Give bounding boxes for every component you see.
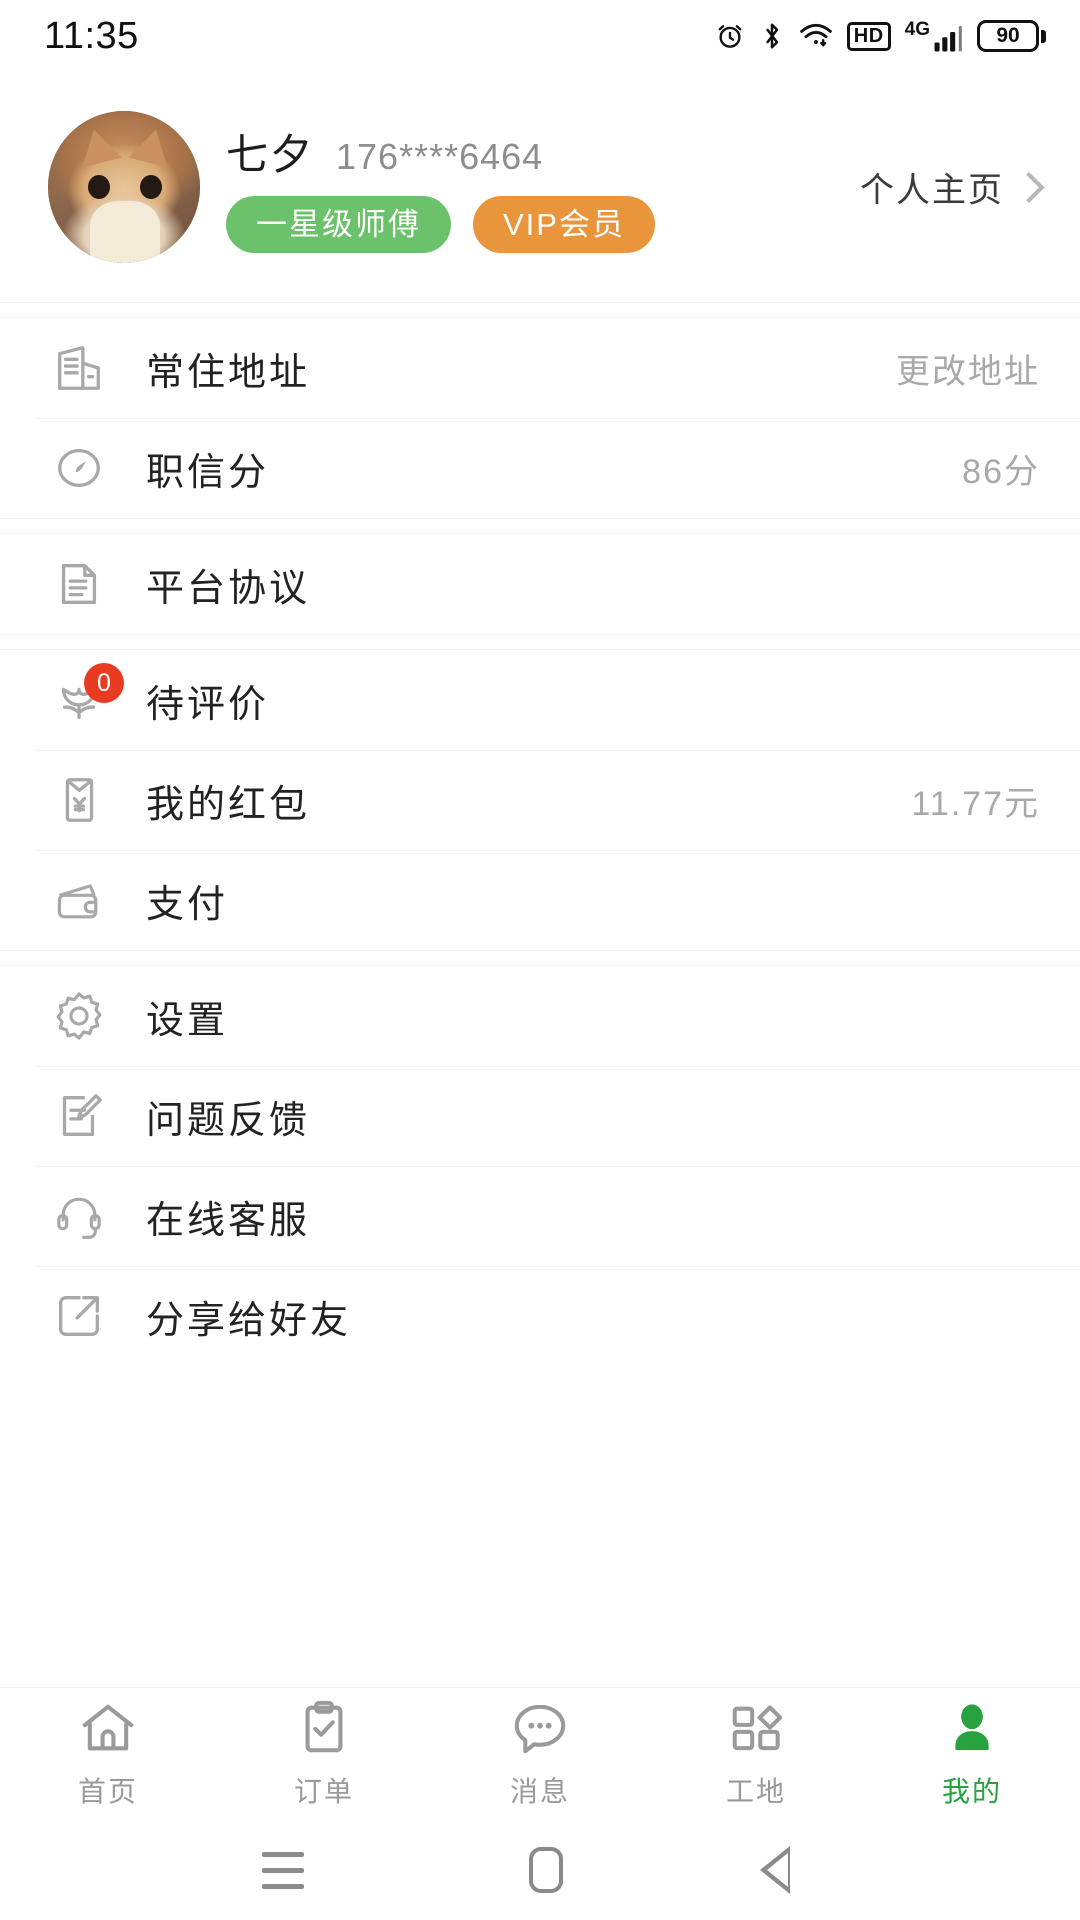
avatar[interactable] xyxy=(48,111,200,263)
tab-profile[interactable]: 我的 xyxy=(864,1699,1080,1810)
status-bar: 11:35 HD 4G 90 xyxy=(0,0,1080,72)
menu-item-label: 问题反馈 xyxy=(146,1099,311,1142)
tab-home[interactable]: 首页 xyxy=(0,1699,216,1810)
menu-group-2: 平台协议 xyxy=(0,534,1080,634)
menu-item-label: 职信分 xyxy=(146,451,270,494)
menu-item-label: 常住地址 xyxy=(146,351,311,394)
document-icon xyxy=(48,553,110,615)
tab-label: 消息 xyxy=(509,1775,570,1807)
user-name: 七夕 xyxy=(226,130,315,178)
badge-count: 0 xyxy=(84,663,124,703)
battery-tip xyxy=(1041,29,1046,43)
menu-item-payment[interactable]: 支付 xyxy=(0,850,1080,950)
badge-group: 一星级师傅 VIP会员 xyxy=(226,195,655,254)
menu-item-label: 待评价 xyxy=(146,683,270,726)
bottom-tab-bar: 首页 订单 消息 工地 我的 xyxy=(0,1687,1080,1820)
menu-item-label: 支付 xyxy=(146,883,229,926)
feedback-icon xyxy=(48,1085,110,1147)
chevron-right-icon xyxy=(1013,171,1045,203)
wifi-icon xyxy=(799,21,833,51)
menu-item-credit-score[interactable]: 职信分 86分 xyxy=(0,418,1080,518)
tab-messages[interactable]: 消息 xyxy=(432,1699,648,1810)
avatar-eye-left xyxy=(88,175,110,199)
back-triangle-icon[interactable] xyxy=(759,1846,818,1894)
personal-homepage-link[interactable]: 个人主页 xyxy=(860,163,1045,212)
group-separator xyxy=(0,518,1080,534)
menu-item-share[interactable]: 分享给好友 xyxy=(0,1266,1080,1366)
menu-item-settings[interactable]: 设置 xyxy=(0,966,1080,1066)
tab-label: 我的 xyxy=(941,1775,1002,1807)
red-packet-icon xyxy=(48,769,110,831)
menu-item-customer-service[interactable]: 在线客服 xyxy=(0,1166,1080,1266)
tab-label: 工地 xyxy=(725,1775,786,1807)
status-time: 11:35 xyxy=(44,14,139,57)
gear-icon xyxy=(48,985,110,1047)
menu-item-red-packet[interactable]: 我的红包 11.77元 xyxy=(0,750,1080,850)
signal-icon: 4G xyxy=(905,20,963,53)
battery-icon: 90 xyxy=(977,20,1046,52)
share-icon xyxy=(48,1285,110,1347)
clipboard-icon xyxy=(295,1699,353,1762)
menu-item-value[interactable]: 更改地址 xyxy=(896,344,1040,393)
tab-worksite[interactable]: 工地 xyxy=(648,1699,864,1810)
alarm-icon xyxy=(715,21,745,51)
battery-level-label: 90 xyxy=(977,20,1039,52)
flower-icon: 0 xyxy=(48,663,124,731)
menu-item-address[interactable]: 常住地址 更改地址 xyxy=(0,318,1080,418)
personal-homepage-label: 个人主页 xyxy=(860,171,1004,210)
menu-item-value: 86分 xyxy=(962,452,1040,491)
gauge-icon xyxy=(48,437,110,499)
menu-item-label: 分享给好友 xyxy=(146,1299,352,1342)
network-type-label: 4G xyxy=(904,18,930,40)
menu-item-pending-review[interactable]: 0 待评价 xyxy=(0,650,1080,750)
group-separator xyxy=(0,302,1080,318)
status-icon-group: HD 4G 90 xyxy=(715,20,1046,53)
chat-icon xyxy=(509,1699,571,1762)
wallet-icon xyxy=(48,869,110,931)
menu-group-1: 常住地址 更改地址 职信分 86分 xyxy=(0,318,1080,518)
menu-item-label: 设置 xyxy=(146,999,229,1042)
bluetooth-icon xyxy=(759,21,785,51)
group-separator xyxy=(0,950,1080,966)
menu-group-4: 设置 问题反馈 在线客服 分享给好友 xyxy=(0,966,1080,1366)
menu-item-label: 我的红包 xyxy=(146,783,311,826)
menu-item-value: 11.77元 xyxy=(911,784,1040,823)
person-icon xyxy=(943,1699,1001,1762)
menu-item-label: 平台协议 xyxy=(146,567,311,610)
android-navigation-bar xyxy=(0,1820,1080,1920)
profile-info: 七夕 176****6464 一星级师傅 VIP会员 xyxy=(226,121,655,254)
grid-icon xyxy=(727,1699,785,1762)
user-phone: 176****6464 xyxy=(336,135,544,177)
recents-icon[interactable] xyxy=(262,1851,305,1889)
home-square-icon[interactable] xyxy=(528,1847,563,1893)
profile-header[interactable]: 七夕 176****6464 一星级师傅 VIP会员 个人主页 xyxy=(0,72,1080,302)
avatar-muzzle xyxy=(90,201,160,263)
home-icon xyxy=(77,1699,139,1762)
avatar-eye-right xyxy=(140,175,162,199)
headset-icon xyxy=(48,1185,110,1247)
menu-item-platform-agreement[interactable]: 平台协议 xyxy=(0,534,1080,634)
menu-item-feedback[interactable]: 问题反馈 xyxy=(0,1066,1080,1166)
profile-name-row: 七夕 176****6464 xyxy=(226,121,655,182)
menu-item-label: 在线客服 xyxy=(146,1199,311,1242)
tab-orders[interactable]: 订单 xyxy=(216,1699,432,1810)
vip-badge[interactable]: VIP会员 xyxy=(473,195,655,254)
building-icon xyxy=(48,337,110,399)
level-badge[interactable]: 一星级师傅 xyxy=(226,195,451,254)
tab-label: 首页 xyxy=(77,1775,138,1807)
menu-group-3: 0 待评价 我的红包 11.77元 支付 xyxy=(0,650,1080,950)
tab-label: 订单 xyxy=(293,1775,354,1807)
hd-icon: HD xyxy=(846,21,891,51)
group-separator xyxy=(0,634,1080,650)
